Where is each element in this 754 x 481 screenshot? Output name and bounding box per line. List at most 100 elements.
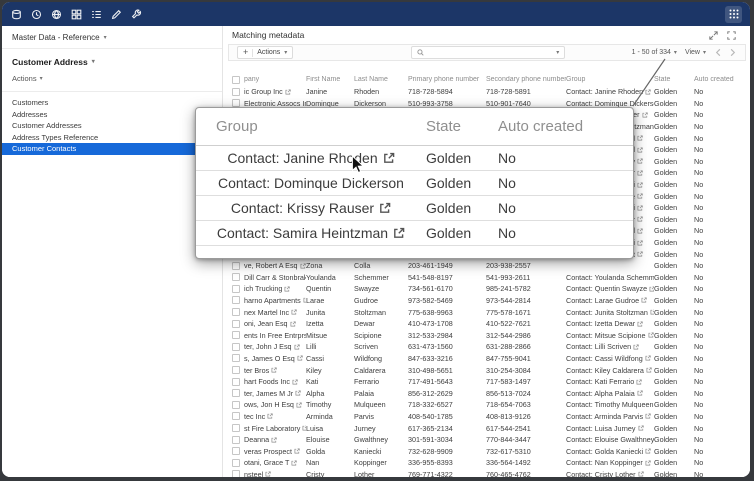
external-link-icon[interactable] bbox=[393, 227, 405, 239]
external-link-icon[interactable] bbox=[637, 321, 643, 327]
group-link[interactable]: Contact: Luisa Jurney bbox=[566, 424, 636, 433]
sidebar-item-customer-addresses[interactable]: Customer Addresses bbox=[2, 120, 222, 132]
model-selector[interactable]: Master Data - Reference ▾ bbox=[2, 26, 222, 49]
external-link-icon[interactable] bbox=[294, 448, 300, 454]
actions-dropdown[interactable]: + Actions ▾ bbox=[237, 46, 293, 59]
group-link[interactable]: Contact: Mitsue Scipione bbox=[566, 331, 646, 340]
table-row[interactable]: Dill Carr & Stonbraker &YoulandaSchemmer… bbox=[222, 272, 750, 284]
group-link[interactable]: Contact: Quentin Swayze bbox=[566, 284, 647, 293]
external-link-icon[interactable] bbox=[641, 297, 647, 303]
search-filter-chevron-icon[interactable]: ▾ bbox=[556, 50, 559, 56]
external-link-icon[interactable] bbox=[637, 135, 643, 141]
group-link[interactable]: Contact: Youlanda Schemmer bbox=[566, 273, 654, 282]
external-link-icon[interactable] bbox=[637, 228, 643, 234]
external-link-icon[interactable] bbox=[296, 402, 302, 408]
column-header[interactable]: Primary phone number bbox=[408, 76, 486, 83]
external-link-icon[interactable] bbox=[291, 460, 297, 466]
wrench-icon[interactable] bbox=[130, 8, 143, 21]
database-icon[interactable] bbox=[10, 8, 23, 21]
sidebar-item-customers[interactable]: Customers bbox=[2, 97, 222, 109]
external-link-icon[interactable] bbox=[284, 286, 290, 292]
row-checkbox[interactable] bbox=[232, 459, 240, 467]
external-link-icon[interactable] bbox=[637, 182, 643, 188]
group-link[interactable]: Contact: Janine Rhoden bbox=[566, 87, 643, 96]
row-checkbox[interactable] bbox=[232, 308, 240, 316]
group-link[interactable]: Contact: Arminda Parvis bbox=[566, 412, 643, 421]
table-row[interactable]: ows, Jon H EsqTimothyMulqueen718-332-652… bbox=[222, 399, 750, 411]
group-link[interactable]: Contact: Cristy Lother bbox=[566, 470, 636, 477]
globe-icon[interactable] bbox=[50, 8, 63, 21]
column-header[interactable]: Group bbox=[566, 76, 654, 83]
external-link-icon[interactable] bbox=[645, 89, 651, 95]
edit-icon[interactable] bbox=[110, 8, 123, 21]
table-row[interactable]: ve, Robert A EsqZonaColla203-461-1949203… bbox=[222, 260, 750, 272]
external-link-icon[interactable] bbox=[637, 216, 643, 222]
table-row[interactable]: ter, James M JrAlphaPalaia856-312-262985… bbox=[222, 387, 750, 399]
row-checkbox[interactable] bbox=[232, 378, 240, 386]
row-checkbox[interactable] bbox=[232, 436, 240, 444]
column-header[interactable]: pany bbox=[244, 76, 306, 83]
table-row[interactable]: ic Group IncJanineRhoden718-728-5894718-… bbox=[222, 86, 750, 98]
table-row[interactable]: tec IncArmindaParvis408-540-1785408-813-… bbox=[222, 411, 750, 423]
external-link-icon[interactable] bbox=[637, 390, 643, 396]
group-link[interactable]: Contact: Izetta Dewar bbox=[566, 319, 635, 328]
sidebar-item-address-types-reference[interactable]: Address Types Reference bbox=[2, 132, 222, 144]
external-link-icon[interactable] bbox=[637, 170, 643, 176]
row-checkbox[interactable] bbox=[232, 389, 240, 397]
group-link[interactable]: Contact: Larae Gudroe bbox=[566, 296, 639, 305]
table-row[interactable]: ents In Free EntrprsMitsueScipione312-53… bbox=[222, 329, 750, 341]
group-link[interactable]: Contact: Nan Koppinger bbox=[566, 458, 643, 467]
search-input[interactable] bbox=[428, 49, 552, 56]
next-page-icon[interactable] bbox=[728, 48, 737, 57]
row-checkbox[interactable] bbox=[232, 285, 240, 293]
table-row[interactable]: DeannaElouiseGwalthney301-591-3034770-84… bbox=[222, 434, 750, 446]
group-link[interactable]: Contact: Kiley Caldarera bbox=[566, 366, 644, 375]
group-link[interactable]: Contact: Elouise Gwalthney bbox=[566, 435, 654, 444]
external-link-icon[interactable] bbox=[294, 344, 300, 350]
external-link-icon[interactable] bbox=[637, 193, 643, 199]
row-checkbox[interactable] bbox=[232, 296, 240, 304]
sidebar-item-customer-contacts[interactable]: Customer Contacts bbox=[2, 143, 222, 155]
table-row[interactable]: veras ProspectGoldaKaniecki732-628-99097… bbox=[222, 445, 750, 457]
row-checkbox[interactable] bbox=[232, 424, 240, 432]
row-checkbox[interactable] bbox=[232, 354, 240, 362]
external-link-icon[interactable] bbox=[295, 390, 301, 396]
row-checkbox[interactable] bbox=[232, 331, 240, 339]
table-row[interactable]: oni, Jean EsqIzettaDewar410-473-1708410-… bbox=[222, 318, 750, 330]
sidebar-actions-menu[interactable]: Actions ▾ bbox=[2, 69, 222, 92]
row-checkbox[interactable] bbox=[232, 412, 240, 420]
apps-grid-icon[interactable] bbox=[725, 6, 742, 23]
select-all-checkbox[interactable] bbox=[232, 76, 240, 84]
clock-icon[interactable] bbox=[30, 8, 43, 21]
external-link-icon[interactable] bbox=[637, 147, 643, 153]
table-row[interactable]: ter, John J EsqLilliScriven631-473-15606… bbox=[222, 341, 750, 353]
external-link-icon[interactable] bbox=[645, 448, 651, 454]
table-row[interactable]: st Fire LaboratoryLuisaJurney617-365-213… bbox=[222, 422, 750, 434]
group-link[interactable]: Contact: Junita Stoltzman bbox=[566, 308, 648, 317]
external-link-icon[interactable] bbox=[637, 251, 643, 257]
table-row[interactable]: nsteelCristyLother769-771-4322760-465-47… bbox=[222, 469, 750, 477]
external-link-icon[interactable] bbox=[291, 309, 297, 315]
external-link-icon[interactable] bbox=[265, 471, 271, 477]
add-icon[interactable]: + bbox=[243, 48, 248, 57]
row-checkbox[interactable] bbox=[232, 343, 240, 351]
external-link-icon[interactable] bbox=[645, 355, 651, 361]
table-row[interactable]: otani, Grace TNanKoppinger336-955-839333… bbox=[222, 457, 750, 469]
column-header[interactable]: Last Name bbox=[354, 76, 408, 83]
column-header[interactable]: Auto created bbox=[694, 76, 740, 83]
external-link-icon[interactable] bbox=[267, 413, 273, 419]
modules-icon[interactable] bbox=[70, 8, 83, 21]
external-link-icon[interactable] bbox=[637, 240, 643, 246]
column-header[interactable]: Secondary phone number bbox=[486, 76, 566, 83]
external-link-icon[interactable] bbox=[637, 205, 643, 211]
prev-page-icon[interactable] bbox=[714, 48, 723, 57]
view-dropdown[interactable]: View ▾ bbox=[685, 49, 706, 56]
row-checkbox[interactable] bbox=[232, 447, 240, 455]
row-checkbox[interactable] bbox=[232, 273, 240, 281]
row-checkbox[interactable] bbox=[232, 88, 240, 96]
tasks-icon[interactable] bbox=[90, 8, 103, 21]
fullscreen-icon[interactable] bbox=[727, 31, 736, 40]
external-link-icon[interactable] bbox=[285, 89, 291, 95]
group-link[interactable]: Contact: Golda Kaniecki bbox=[566, 447, 643, 456]
external-link-icon[interactable] bbox=[637, 158, 643, 164]
